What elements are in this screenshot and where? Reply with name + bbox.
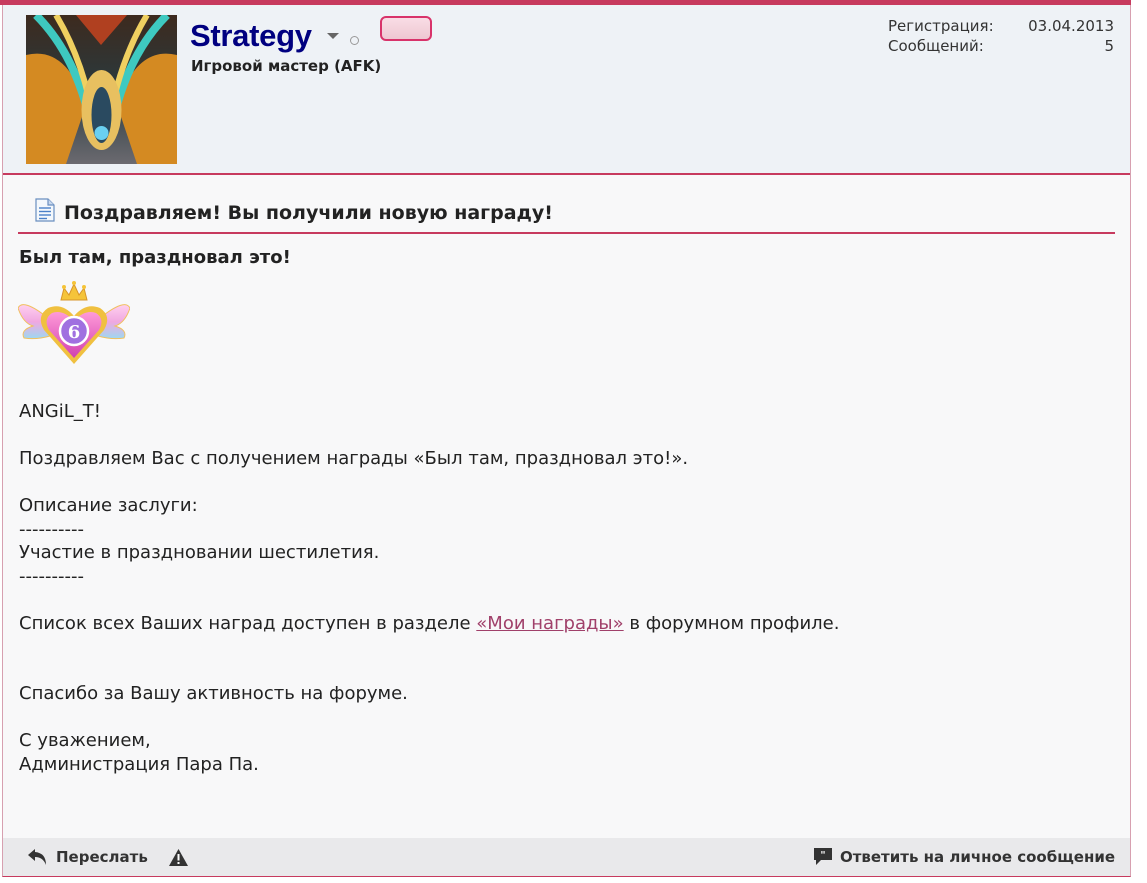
signature-line: Администрация Пара Па. [19,753,259,775]
description-label: Описание заслуги: [19,495,198,516]
avatar[interactable] [26,15,177,164]
awards-list-text-after: в форумном профиле. [623,612,840,634]
footer-left-actions: Переслать [27,847,189,867]
thanks-line: Спасибо за Вашу активность на форуме. [19,683,408,704]
username[interactable]: Strategy [190,18,312,54]
rank-badge [380,16,432,41]
regards-line: С уважением, [19,730,151,751]
footer-right-actions: " Ответить на личное сообщение [813,847,1115,866]
registration-value: 03.04.2013 [1028,17,1114,35]
user-stats: Регистрация: 03.04.2013 Сообщений: 5 [888,16,1114,56]
forward-label: Переслать [56,848,148,866]
message-footer: Переслать " Ответить на личное сообщение [3,838,1130,876]
awards-list-text-before: Список всех Ваших наград доступен в разд… [19,612,477,634]
reply-button[interactable]: " Ответить на личное сообщение [813,847,1115,866]
reply-label: Ответить на личное сообщение [839,847,1115,866]
warning-triangle-icon [168,848,189,867]
message-title-bar: Поздравляем! Вы получили новую награду! [18,195,1115,234]
congrats-line: Поздравляем Вас с получением награды «Бы… [19,448,689,469]
user-menu-chevron-down-icon[interactable] [327,33,339,39]
forward-arrow-icon [27,847,49,867]
svg-text:6: 6 [68,322,81,343]
registration-label: Регистрация: [888,17,994,35]
separator-bottom: ---------- [19,565,84,587]
posts-value: 5 [1104,37,1114,55]
user-title: Игровой мастер (AFK) [191,57,382,75]
separator-top: ---------- [19,518,84,540]
sender-info: Strategy Игровой мастер (AFK) Регистраци… [3,5,1130,175]
award-name: Был там, праздновал это! [19,247,291,268]
posts-label: Сообщений: [888,37,984,55]
greeting: ANGiL_T! [19,401,101,422]
message-content: Поздравляем! Вы получили новую награду! … [17,195,1115,775]
forward-button[interactable]: Переслать [27,847,148,867]
speech-bubble-quote-icon: " [813,847,833,866]
description-text: Участие в праздновании шестилетия. [19,542,380,563]
private-message-panel: Strategy Игровой мастер (AFK) Регистраци… [2,5,1131,877]
my-awards-link[interactable]: «Мои награды» [476,613,623,634]
message-title: Поздравляем! Вы получили новую награду! [64,202,553,224]
document-icon [35,198,55,226]
svg-text:": " [820,850,825,861]
offline-status-icon [350,36,359,45]
message-body: ANGiL_T! Поздравляем Вас с получением на… [19,400,839,776]
heart-crown-6-icon: 6 [17,278,131,372]
report-button[interactable] [168,848,189,867]
